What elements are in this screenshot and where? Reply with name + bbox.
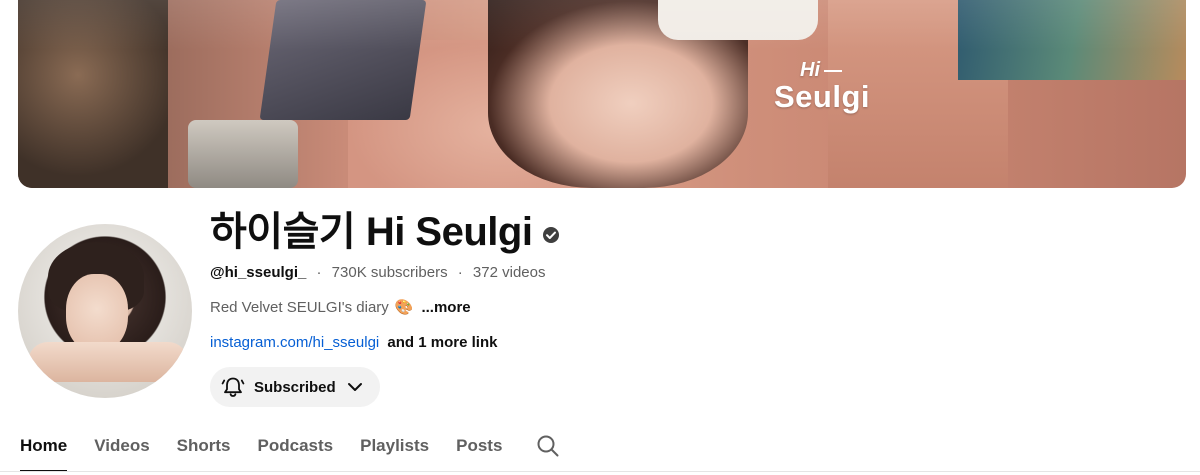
video-count: 372 videos [472, 264, 546, 281]
channel-description[interactable]: Red Velvet SEULGI's diary 🎨 ...more [210, 299, 471, 317]
channel-banner: Hi Seulgi [18, 0, 1186, 188]
avatar-arm [28, 342, 188, 382]
bell-icon [220, 374, 246, 400]
channel-links: instagram.com/hi_sseulgi and 1 more link [210, 334, 497, 352]
more-links-button[interactable]: and 1 more link [387, 334, 497, 351]
tab-podcasts[interactable]: Podcasts [258, 426, 334, 470]
avatar-face [66, 274, 128, 352]
tab-home[interactable]: Home [20, 426, 68, 472]
search-icon[interactable] [535, 426, 561, 464]
channel-title-row: 하이슬기 Hi Seulgi [210, 206, 560, 258]
tab-posts[interactable]: Posts [456, 426, 502, 470]
meta-separator: · [457, 264, 463, 281]
subscribed-label: Subscribed [254, 378, 336, 396]
meta-separator: · [316, 264, 322, 281]
banner-logo-hi: Hi [800, 60, 870, 80]
subscriber-count: 730K subscribers [331, 264, 448, 281]
tabs-divider [0, 471, 1200, 472]
verified-check-icon [542, 226, 560, 244]
instagram-link[interactable]: instagram.com/hi_sseulgi [210, 334, 379, 351]
description-text: Red Velvet SEULGI's diary [210, 299, 389, 316]
subscribed-button[interactable]: Subscribed [210, 367, 380, 407]
banner-logo: Hi Seulgi [774, 60, 870, 114]
channel-title: 하이슬기 Hi Seulgi [210, 210, 533, 254]
description-more-link[interactable]: ...more [421, 299, 470, 317]
chevron-down-icon [344, 376, 366, 398]
tab-shorts[interactable]: Shorts [177, 426, 231, 470]
tab-playlists[interactable]: Playlists [360, 426, 429, 470]
banner-logo-name: Seulgi [774, 79, 871, 114]
channel-avatar[interactable] [18, 224, 192, 398]
banner-art-highlight [18, 0, 1186, 50]
channel-handle: @hi_sseulgi_ [210, 264, 307, 281]
palette-emoji-icon: 🎨 [394, 299, 414, 316]
channel-tabs: Home Videos Shorts Podcasts Playlists Po… [20, 426, 561, 472]
channel-meta: @hi_sseulgi_ · 730K subscribers · 372 vi… [210, 264, 545, 282]
banner-art-cassette-player [188, 120, 298, 188]
tab-videos[interactable]: Videos [94, 426, 149, 470]
